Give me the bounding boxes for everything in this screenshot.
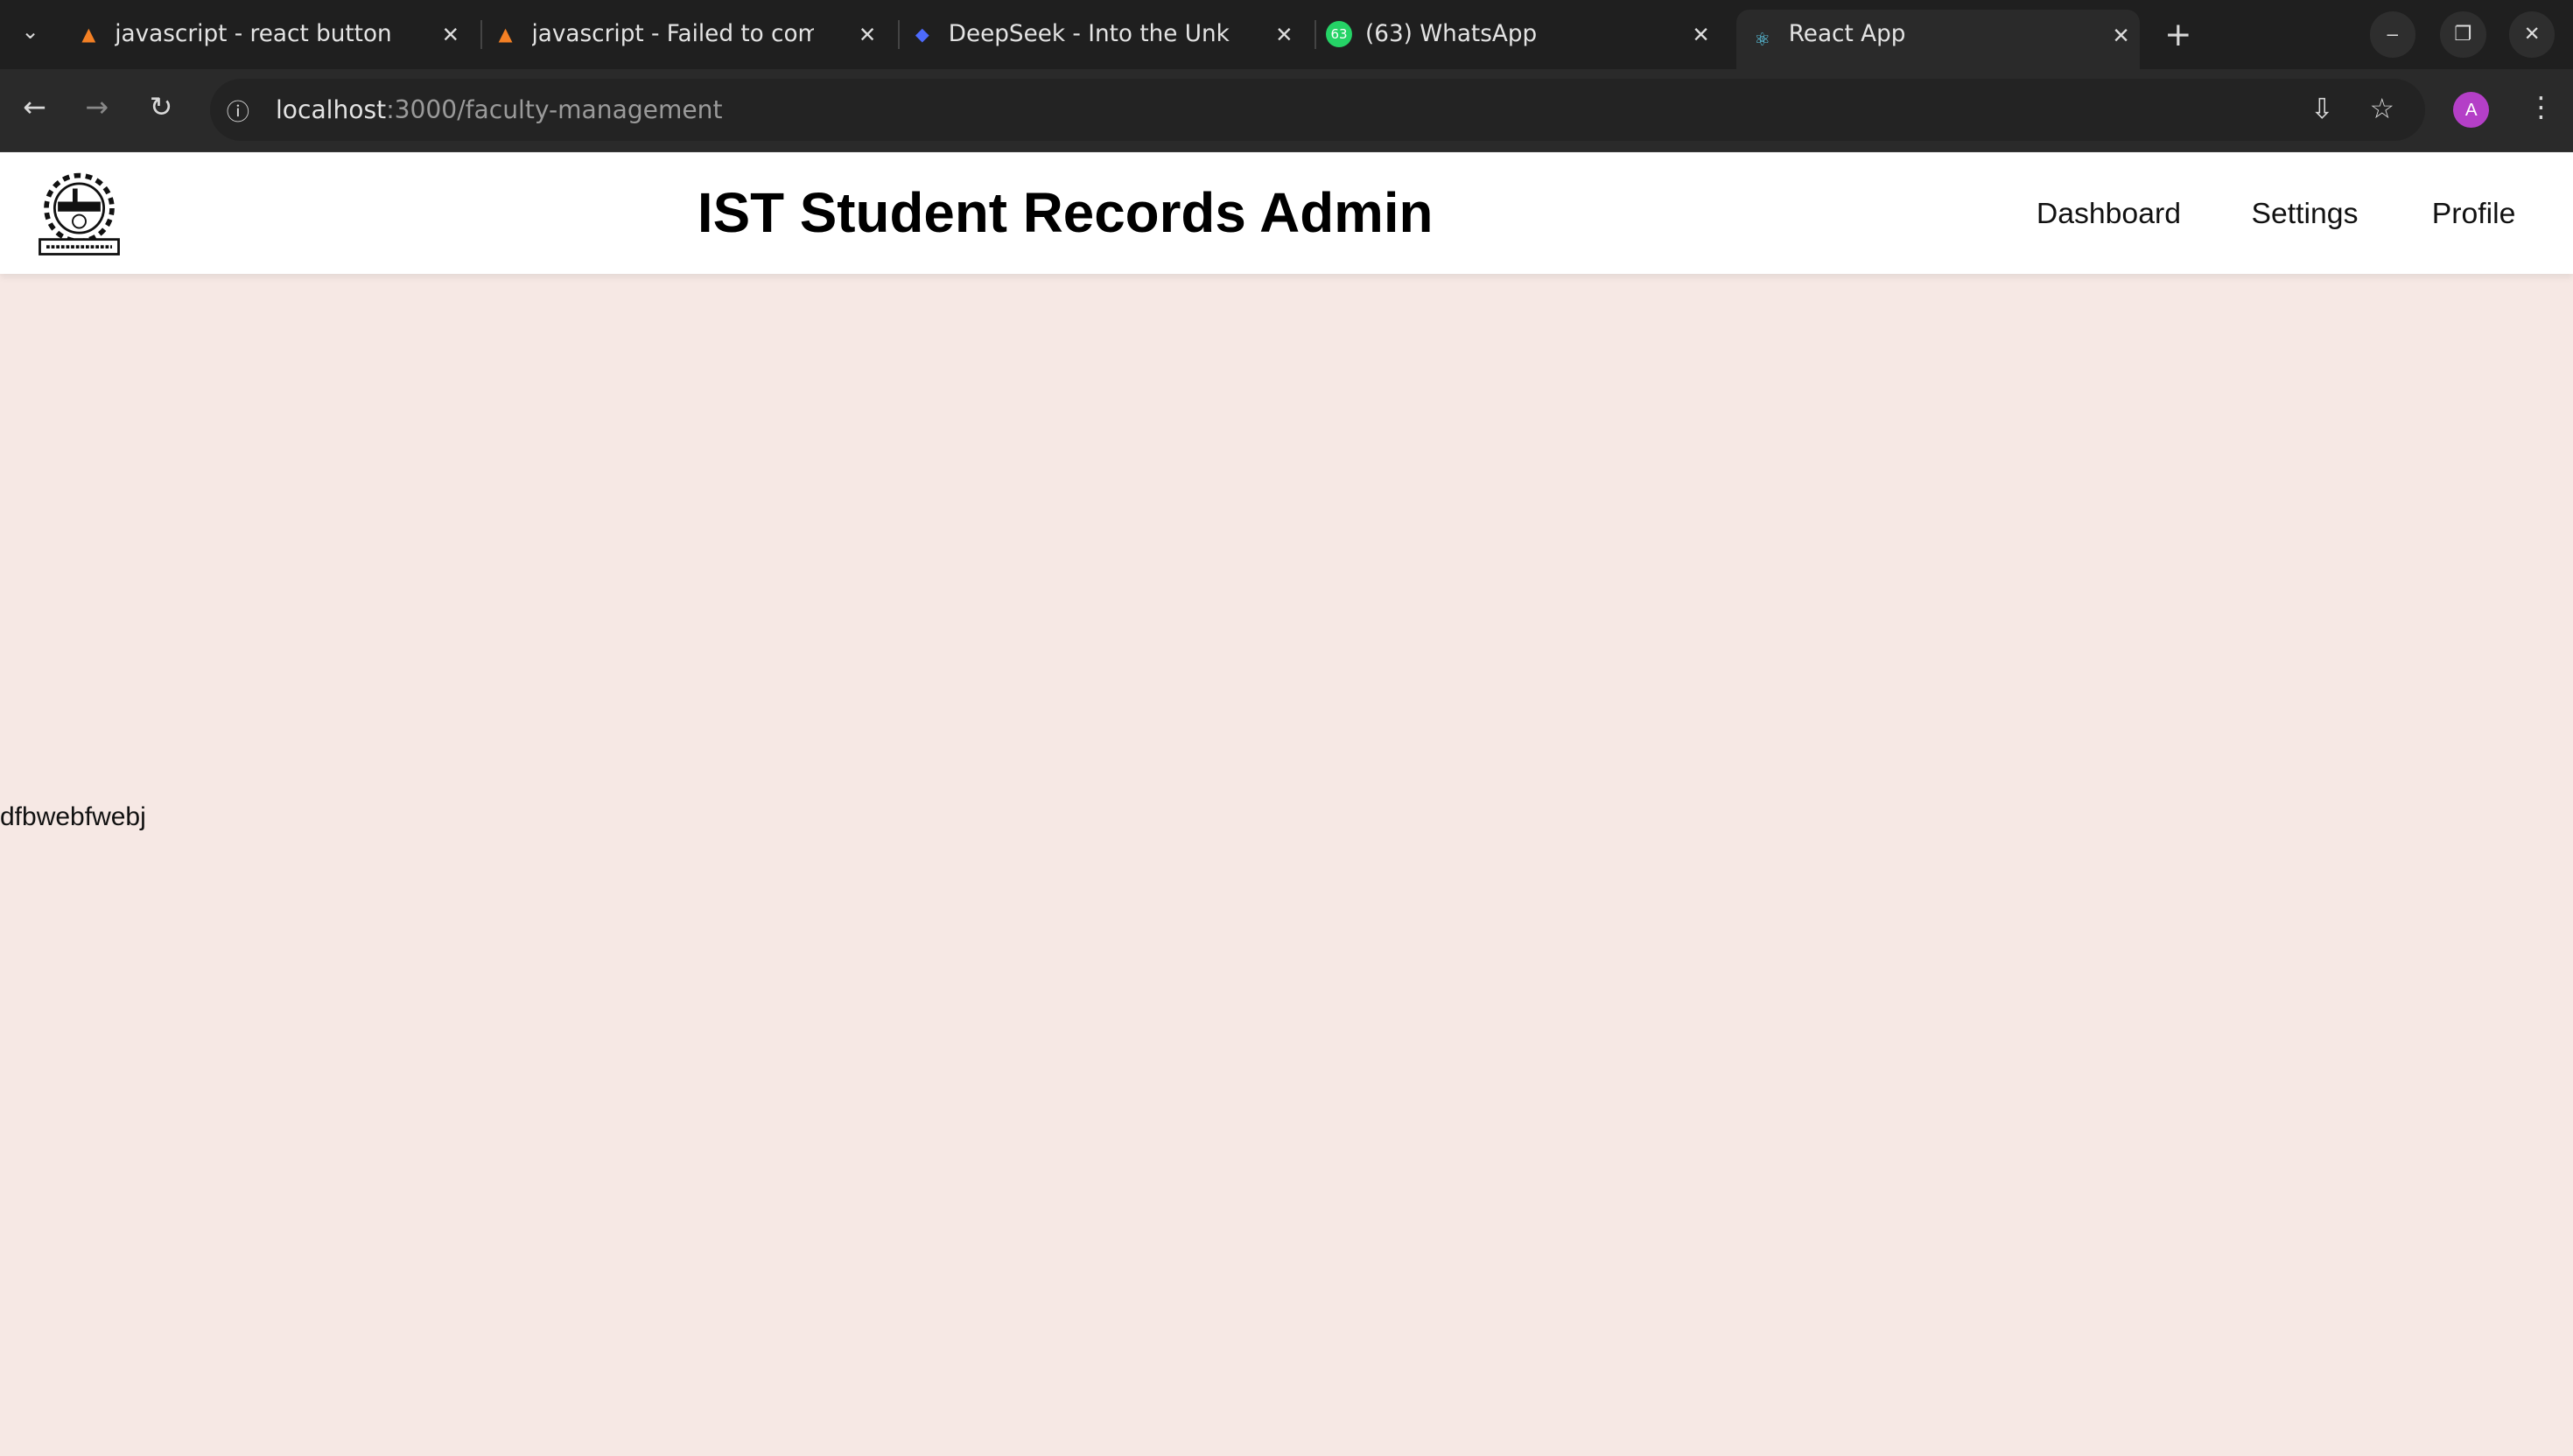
tab-search-button[interactable]: ⌄ [21, 18, 39, 44]
university-logo [38, 172, 120, 256]
tab-bar: ⌄ ▲ javascript - react button c ✕ ▲ java… [0, 0, 2573, 69]
tab-title: DeepSeek - Into the Unkn [948, 21, 1231, 48]
nav-dashboard[interactable]: Dashboard [2037, 197, 2181, 231]
url-text[interactable]: localhost:3000/faculty-management [276, 95, 722, 124]
tab-title: javascript - react button c [115, 21, 397, 48]
tab-deepseek[interactable]: ◆ DeepSeek - Into the Unkn ✕ [909, 10, 1303, 59]
forward-icon[interactable]: → [86, 90, 109, 123]
deepseek-icon: ◆ [915, 24, 929, 46]
window-close-button[interactable]: ✕ [2508, 11, 2555, 58]
bookmark-star-icon[interactable]: ☆ [2370, 92, 2395, 125]
tab-whatsapp[interactable]: 63 (63) WhatsApp ✕ [1326, 10, 1720, 59]
new-tab-button[interactable]: + [2164, 15, 2191, 53]
url-host: localhost [276, 94, 387, 124]
url-path: :3000/faculty-management [386, 94, 723, 124]
close-icon[interactable]: ✕ [1692, 22, 1709, 47]
stackoverflow-icon: ▲ [498, 24, 513, 46]
tab-react-app[interactable]: ⚛ React App ✕ [1735, 10, 2140, 69]
install-app-icon[interactable]: ⇩ [2310, 92, 2334, 125]
tab-title: (63) WhatsApp [1365, 21, 1538, 48]
tab-title: React App [1788, 21, 1906, 48]
close-icon[interactable]: ✕ [442, 22, 459, 47]
site-info-icon[interactable]: ⓘ [227, 94, 249, 127]
tab-title: javascript - Failed to com [531, 21, 815, 48]
nav-profile[interactable]: Profile [2432, 197, 2516, 231]
tab-stackoverflow-2[interactable]: ▲ javascript - Failed to com ✕ [493, 10, 887, 59]
whatsapp-icon: 63 [1326, 21, 1352, 48]
react-icon: ⚛ [1754, 29, 1770, 50]
app-header: IST Student Records Admin Dashboard Sett… [0, 152, 2573, 275]
stackoverflow-icon: ▲ [81, 24, 96, 46]
tab-stackoverflow-1[interactable]: ▲ javascript - react button c ✕ [75, 10, 469, 59]
tab-divider [897, 19, 900, 50]
page-title: IST Student Records Admin [697, 181, 1434, 245]
tab-divider [1314, 19, 1316, 50]
tab-divider [480, 19, 483, 50]
close-icon[interactable]: ✕ [2112, 23, 2129, 48]
menu-kebab-icon[interactable]: ⋮ [2527, 90, 2555, 123]
close-icon[interactable]: ✕ [859, 22, 876, 47]
restore-button[interactable]: ❐ [2440, 11, 2486, 58]
nav-settings[interactable]: Settings [2252, 197, 2359, 231]
back-icon[interactable]: ← [23, 90, 46, 123]
profile-avatar[interactable]: A [2453, 92, 2490, 129]
minimize-button[interactable]: – [2369, 11, 2415, 58]
reload-icon[interactable]: ↻ [150, 90, 173, 123]
browser-toolbar: ← → ↻ ⓘ localhost:3000/faculty-managemen… [0, 68, 2573, 152]
close-icon[interactable]: ✕ [1275, 22, 1293, 47]
address-bar[interactable]: ⓘ localhost:3000/faculty-management ⇩ ☆ [210, 79, 2426, 142]
page-content-text: dfbwebfwebj [0, 802, 146, 831]
